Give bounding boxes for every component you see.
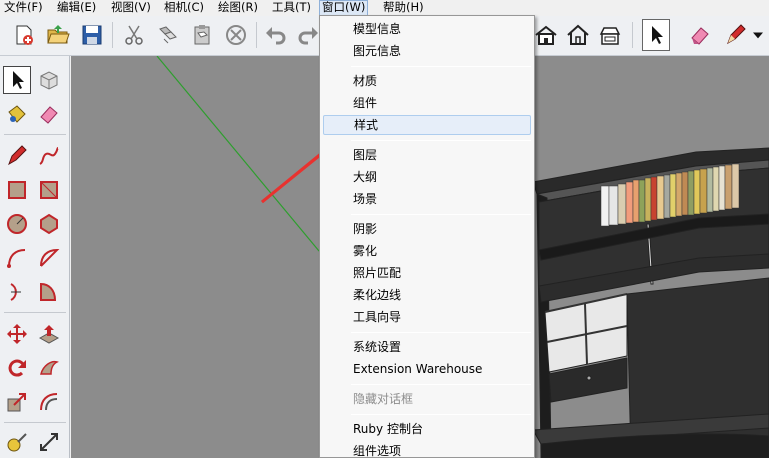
menu-item-model-info[interactable]: 模型信息: [323, 19, 531, 39]
select-arrow-icon[interactable]: [642, 19, 670, 51]
paste-icon[interactable]: [188, 20, 216, 50]
save-icon[interactable]: [78, 20, 106, 50]
menu-item-entity-info[interactable]: 图元信息: [323, 41, 531, 61]
menu-help[interactable]: 帮助(H): [381, 0, 426, 16]
dimension-icon[interactable]: [35, 428, 63, 456]
line-icon[interactable]: [3, 142, 31, 170]
window-menu-dropdown: 模型信息 图元信息 材质 组件 样式 图层 大纲 场景 阴影 雾化 照片匹配 柔…: [319, 15, 535, 458]
scale-icon[interactable]: [3, 388, 31, 416]
rectangle-icon[interactable]: [3, 176, 31, 204]
copy-icon[interactable]: [154, 20, 182, 50]
rotated-rectangle-icon[interactable]: [35, 176, 63, 204]
two-point-arc-icon[interactable]: [3, 278, 31, 306]
tape-measure-icon[interactable]: [3, 428, 31, 456]
menu-item-component-options[interactable]: 组件选项: [323, 441, 531, 458]
desk-model: [532, 147, 769, 458]
menu-item-extension-warehouse[interactable]: Extension Warehouse: [323, 359, 531, 379]
offset-icon[interactable]: [35, 388, 63, 416]
menu-item-layers[interactable]: 图层: [323, 145, 531, 165]
menu-bar: 文件(F) 编辑(E) 视图(V) 相机(C) 绘图(R) 工具(T) 窗口(W…: [0, 0, 769, 16]
arc-icon[interactable]: [3, 244, 31, 272]
new-file-icon[interactable]: [10, 20, 38, 50]
dropdown-arrow-icon[interactable]: [748, 20, 768, 50]
polygon-icon[interactable]: [35, 210, 63, 238]
menu-item-scenes[interactable]: 场景: [323, 189, 531, 209]
menu-item-shadows[interactable]: 阴影: [323, 219, 531, 239]
menu-edit[interactable]: 编辑(E): [55, 0, 98, 16]
pie-icon[interactable]: [35, 244, 63, 272]
menu-item-fog[interactable]: 雾化: [323, 241, 531, 261]
menu-window[interactable]: 窗口(W): [319, 0, 369, 16]
menu-item-instructor[interactable]: 工具向导: [323, 307, 531, 327]
three-point-arc-icon[interactable]: [35, 278, 63, 306]
house-outline-icon[interactable]: [564, 20, 592, 50]
menu-tools[interactable]: 工具(T): [270, 0, 313, 16]
rotate-icon[interactable]: [3, 354, 31, 382]
follow-me-icon[interactable]: [35, 354, 63, 382]
eraser-icon[interactable]: [35, 100, 63, 128]
menu-item-styles[interactable]: 样式: [323, 115, 531, 135]
menu-item-components[interactable]: 组件: [323, 93, 531, 113]
menu-item-outliner[interactable]: 大纲: [323, 167, 531, 187]
menu-item-match-photo[interactable]: 照片匹配: [323, 263, 531, 283]
open-folder-icon[interactable]: [44, 20, 72, 50]
freehand-icon[interactable]: [35, 142, 63, 170]
cut-icon[interactable]: [120, 20, 148, 50]
undo-icon[interactable]: [262, 20, 290, 50]
house-back-icon[interactable]: [596, 20, 624, 50]
pencil-icon[interactable]: [722, 20, 750, 50]
menu-item-materials[interactable]: 材质: [323, 71, 531, 91]
menu-file[interactable]: 文件(F): [2, 0, 45, 16]
menu-item-soften-edges[interactable]: 柔化边线: [323, 285, 531, 305]
menu-item-preferences[interactable]: 系统设置: [323, 337, 531, 357]
select-arrow-icon[interactable]: [3, 66, 31, 94]
menu-view[interactable]: 视图(V): [109, 0, 153, 16]
menu-item-ruby-console[interactable]: Ruby 控制台: [323, 419, 531, 439]
erase-circle-icon[interactable]: [222, 20, 250, 50]
paint-bucket-icon[interactable]: [3, 100, 31, 128]
redo-icon[interactable]: [294, 20, 322, 50]
menu-camera[interactable]: 相机(C): [162, 0, 206, 16]
menu-item-hide-dialogs: 隐藏对话框: [353, 392, 414, 406]
move-icon[interactable]: [3, 320, 31, 348]
left-tool-palette: [0, 56, 70, 458]
house-front-icon[interactable]: [532, 20, 560, 50]
make-component-icon[interactable]: [35, 66, 63, 94]
circle-icon[interactable]: [3, 210, 31, 238]
eraser-icon[interactable]: [686, 20, 714, 50]
push-pull-icon[interactable]: [35, 320, 63, 348]
green-axis-line: [156, 56, 320, 252]
menu-draw[interactable]: 绘图(R): [216, 0, 260, 16]
